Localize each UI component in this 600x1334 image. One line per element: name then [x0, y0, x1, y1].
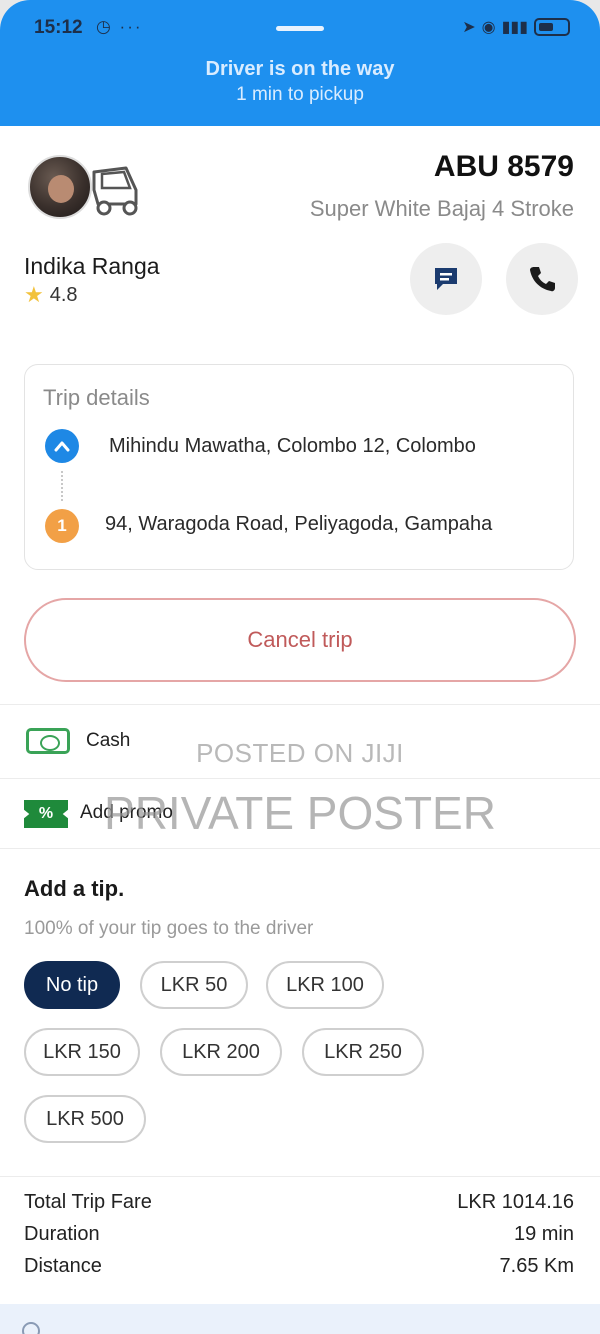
battery-icon — [534, 18, 570, 36]
signal-icon: ▮▮▮ — [501, 19, 528, 36]
tip-option-lkr-50[interactable]: LKR 50 — [140, 961, 248, 1009]
total-fare-label: Total Trip Fare — [24, 1191, 152, 1213]
cancel-trip-button[interactable]: Cancel trip — [24, 598, 576, 682]
tip-option-lkr-150[interactable]: LKR 150 — [24, 1028, 140, 1076]
phone-icon — [530, 267, 555, 292]
driver-rating: ★ 4.8 — [24, 282, 78, 308]
ride-screen: 15:12 ◷ ··· ➤ ◉ ▮▮▮ Driver is on the way… — [0, 0, 600, 1334]
chevron-up-icon — [45, 429, 79, 463]
tip-option-lkr-500[interactable]: LKR 500 — [24, 1095, 146, 1143]
info-banner — [0, 1304, 600, 1334]
wifi-icon: ◉ — [481, 19, 496, 36]
driver-avatar — [28, 155, 92, 219]
chat-button[interactable] — [410, 243, 482, 315]
distance-label: Distance — [24, 1255, 102, 1277]
tip-option-lkr-100[interactable]: LKR 100 — [266, 961, 384, 1009]
vehicle-plate: ABU 8579 — [433, 150, 574, 183]
dropoff-marker-icon: 1 — [45, 509, 79, 543]
vehicle-icon — [92, 166, 138, 216]
location-icon: ➤ — [462, 19, 476, 36]
avatar-face — [48, 175, 74, 203]
header-title: Driver is on the way — [205, 58, 395, 80]
tip-option-lkr-200[interactable]: LKR 200 — [160, 1028, 282, 1076]
trip-details-title: Trip details — [43, 385, 150, 410]
tip-title: Add a tip. — [24, 876, 125, 901]
vehicle-description: Super White Bajaj 4 Stroke — [309, 196, 574, 221]
tip-subtitle: 100% of your tip goes to the driver — [24, 918, 314, 939]
driver-name: Indika Ranga — [24, 253, 160, 279]
status-bar: 15:12 ◷ ··· ➤ ◉ ▮▮▮ — [0, 0, 600, 56]
duration-label: Duration — [24, 1223, 100, 1245]
divider — [0, 1176, 600, 1177]
status-time: 15:12 — [34, 17, 83, 38]
divider — [0, 778, 600, 779]
pickup-address[interactable]: Mihindu Mawatha, Colombo 12, Colombo — [109, 435, 476, 458]
watermark-line-2: PRIVATE POSTER — [104, 787, 496, 839]
dropoff-address[interactable]: 94, Waragoda Road, Peliyagoda, Gampaha — [105, 513, 492, 536]
header-subtitle: 1 min to pickup — [236, 84, 364, 105]
chat-icon — [435, 268, 457, 290]
watermark-line-1: POSTED ON JIJI — [196, 738, 404, 768]
distance-value: 7.65 Km — [499, 1255, 574, 1277]
call-button[interactable] — [506, 243, 578, 315]
info-icon — [22, 1322, 40, 1334]
status-right-icons: ➤ ◉ ▮▮▮ — [462, 17, 570, 37]
trip-details-card: Trip details Mihindu Mawatha, Colombo 12… — [24, 364, 574, 570]
notch-pill — [276, 26, 324, 31]
tip-option-no-tip[interactable]: No tip — [24, 961, 120, 1009]
rating-value: 4.8 — [49, 283, 78, 306]
tip-option-lkr-250[interactable]: LKR 250 — [302, 1028, 424, 1076]
total-fare-value: LKR 1014.16 — [457, 1191, 574, 1213]
notification-icons: ◷ ··· — [96, 17, 143, 36]
divider — [0, 848, 600, 849]
duration-value: 19 min — [513, 1223, 574, 1245]
divider — [0, 704, 600, 705]
header: 15:12 ◷ ··· ➤ ◉ ▮▮▮ Driver is on the way… — [0, 0, 600, 126]
star-icon: ★ — [24, 282, 44, 307]
route-connector — [61, 471, 63, 501]
